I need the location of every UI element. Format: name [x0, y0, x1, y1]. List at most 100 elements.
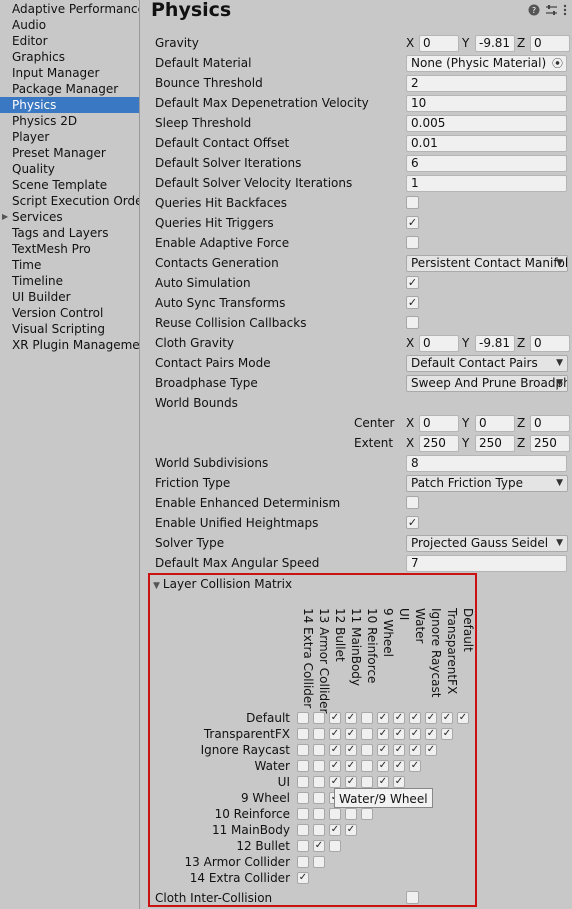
- adaptive-force-checkbox[interactable]: [406, 236, 419, 249]
- bounce-threshold-field[interactable]: 2: [406, 75, 567, 92]
- matrix-checkbox[interactable]: [297, 856, 309, 868]
- sidebar-item[interactable]: Editor: [0, 33, 139, 49]
- auto-sync-transforms-checkbox[interactable]: ✓: [406, 296, 419, 309]
- matrix-checkbox[interactable]: ✓: [393, 760, 405, 772]
- sidebar-item[interactable]: Tags and Layers: [0, 225, 139, 241]
- matrix-checkbox[interactable]: [313, 856, 325, 868]
- matrix-checkbox[interactable]: [313, 792, 325, 804]
- matrix-checkbox[interactable]: [329, 808, 341, 820]
- sidebar-item[interactable]: Quality: [0, 161, 139, 177]
- matrix-checkbox[interactable]: ✓: [409, 760, 421, 772]
- matrix-checkbox[interactable]: [361, 776, 373, 788]
- world-bounds-extent-z-field[interactable]: 250: [530, 435, 570, 452]
- solver-type-dropdown[interactable]: Projected Gauss Seidel ▼: [406, 535, 568, 552]
- matrix-checkbox[interactable]: ✓: [393, 728, 405, 740]
- sidebar-item[interactable]: XR Plugin Management: [0, 337, 139, 353]
- contact-pairs-mode-dropdown[interactable]: Default Contact Pairs ▼: [406, 355, 568, 372]
- sidebar-item[interactable]: Time: [0, 257, 139, 273]
- max-angular-speed-field[interactable]: 7: [406, 555, 567, 572]
- matrix-checkbox[interactable]: ✓: [329, 824, 341, 836]
- matrix-checkbox[interactable]: ✓: [329, 760, 341, 772]
- matrix-checkbox[interactable]: ✓: [329, 712, 341, 724]
- foldout-arrow-icon[interactable]: ▼: [153, 581, 160, 591]
- sidebar-item[interactable]: Audio: [0, 17, 139, 33]
- matrix-checkbox[interactable]: ✓: [329, 744, 341, 756]
- matrix-checkbox[interactable]: ✓: [345, 712, 357, 724]
- matrix-checkbox[interactable]: ✓: [393, 744, 405, 756]
- sidebar-item[interactable]: Version Control: [0, 305, 139, 321]
- world-bounds-extent-x-field[interactable]: 250: [419, 435, 459, 452]
- matrix-checkbox[interactable]: [313, 712, 325, 724]
- matrix-checkbox[interactable]: [361, 728, 373, 740]
- sidebar-item[interactable]: Graphics: [0, 49, 139, 65]
- sidebar-item[interactable]: Script Execution Order: [0, 193, 139, 209]
- matrix-checkbox[interactable]: [297, 712, 309, 724]
- matrix-checkbox[interactable]: [297, 824, 309, 836]
- matrix-checkbox[interactable]: ✓: [441, 712, 453, 724]
- matrix-checkbox[interactable]: [361, 808, 373, 820]
- matrix-checkbox[interactable]: [313, 744, 325, 756]
- sidebar-item[interactable]: Input Manager: [0, 65, 139, 81]
- broadphase-type-dropdown[interactable]: Sweep And Prune Broadphase▼: [406, 375, 568, 392]
- world-subdivisions-field[interactable]: 8: [406, 455, 567, 472]
- world-bounds-center-y-field[interactable]: 0: [475, 415, 515, 432]
- sleep-threshold-field[interactable]: 0.005: [406, 115, 567, 132]
- help-icon[interactable]: ?: [528, 4, 540, 19]
- matrix-checkbox[interactable]: [361, 760, 373, 772]
- max-depenetration-field[interactable]: 10: [406, 95, 567, 112]
- matrix-checkbox[interactable]: [361, 744, 373, 756]
- matrix-checkbox[interactable]: ✓: [377, 712, 389, 724]
- matrix-checkbox[interactable]: ✓: [409, 744, 421, 756]
- sidebar-item[interactable]: Adaptive Performance: [0, 1, 139, 17]
- matrix-checkbox[interactable]: ✓: [345, 728, 357, 740]
- matrix-checkbox[interactable]: [313, 728, 325, 740]
- default-material-object-field[interactable]: None (Physic Material) ⦿: [406, 55, 567, 72]
- sidebar-item[interactable]: Physics 2D: [0, 113, 139, 129]
- matrix-checkbox[interactable]: ✓: [409, 712, 421, 724]
- matrix-checkbox[interactable]: [297, 808, 309, 820]
- queries-hit-triggers-checkbox[interactable]: ✓: [406, 216, 419, 229]
- friction-type-dropdown[interactable]: Patch Friction Type ▼: [406, 475, 568, 492]
- sidebar-item[interactable]: Timeline: [0, 273, 139, 289]
- matrix-checkbox[interactable]: ✓: [345, 824, 357, 836]
- contact-offset-field[interactable]: 0.01: [406, 135, 567, 152]
- matrix-checkbox[interactable]: ✓: [313, 840, 325, 852]
- sidebar-item[interactable]: Player: [0, 129, 139, 145]
- matrix-checkbox[interactable]: [345, 808, 357, 820]
- queries-hit-backfaces-checkbox[interactable]: [406, 196, 419, 209]
- cloth-gravity-x-field[interactable]: 0: [419, 335, 459, 352]
- reuse-collision-callbacks-checkbox[interactable]: [406, 316, 419, 329]
- matrix-checkbox[interactable]: [297, 760, 309, 772]
- matrix-checkbox[interactable]: ✓: [425, 744, 437, 756]
- cloth-gravity-y-field[interactable]: -9.81: [475, 335, 515, 352]
- matrix-checkbox[interactable]: ✓: [329, 776, 341, 788]
- matrix-checkbox[interactable]: ✓: [393, 776, 405, 788]
- world-bounds-extent-y-field[interactable]: 250: [475, 435, 515, 452]
- kebab-menu-icon[interactable]: [563, 4, 567, 19]
- matrix-checkbox[interactable]: ✓: [377, 744, 389, 756]
- matrix-checkbox[interactable]: [297, 776, 309, 788]
- matrix-checkbox[interactable]: [297, 728, 309, 740]
- contacts-generation-dropdown[interactable]: Persistent Contact Manifold ▼: [406, 255, 568, 272]
- matrix-checkbox[interactable]: ✓: [345, 776, 357, 788]
- matrix-checkbox[interactable]: [313, 760, 325, 772]
- matrix-checkbox[interactable]: ✓: [457, 712, 469, 724]
- world-bounds-center-x-field[interactable]: 0: [419, 415, 459, 432]
- cloth-gravity-z-field[interactable]: 0: [530, 335, 570, 352]
- expand-arrow-icon[interactable]: ▶: [2, 209, 8, 225]
- matrix-checkbox[interactable]: ✓: [345, 760, 357, 772]
- matrix-checkbox[interactable]: [313, 808, 325, 820]
- sidebar-item[interactable]: Visual Scripting: [0, 321, 139, 337]
- matrix-checkbox[interactable]: ✓: [377, 760, 389, 772]
- sidebar-item[interactable]: Physics: [0, 97, 139, 113]
- sidebar-item[interactable]: Preset Manager: [0, 145, 139, 161]
- matrix-checkbox[interactable]: ✓: [425, 728, 437, 740]
- gravity-z-field[interactable]: 0: [530, 35, 570, 52]
- matrix-checkbox[interactable]: ✓: [377, 776, 389, 788]
- matrix-foldout[interactable]: ▼ Layer Collision Matrix: [153, 576, 292, 592]
- matrix-checkbox[interactable]: ✓: [425, 712, 437, 724]
- gravity-y-field[interactable]: -9.81: [475, 35, 515, 52]
- matrix-checkbox[interactable]: ✓: [297, 872, 309, 884]
- sidebar-item[interactable]: UI Builder: [0, 289, 139, 305]
- matrix-checkbox[interactable]: ✓: [377, 728, 389, 740]
